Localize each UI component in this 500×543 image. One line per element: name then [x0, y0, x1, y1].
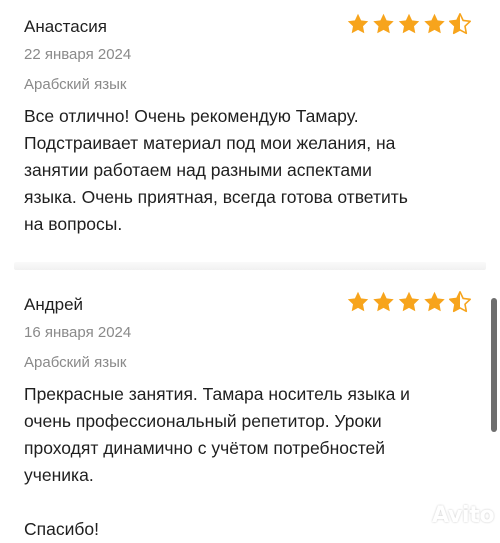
star-full-icon: [373, 13, 394, 34]
star-half-icon: [449, 291, 471, 313]
avito-watermark-text: Avito: [432, 502, 495, 528]
star-full-icon: [398, 291, 420, 312]
star-full-icon: [347, 13, 369, 34]
review-subject: Арабский язык: [24, 76, 127, 93]
star-full-icon: [424, 13, 445, 34]
review-date: 16 января 2024: [24, 324, 132, 341]
review-subject: Арабский язык: [24, 354, 127, 371]
star-full-icon: [373, 291, 394, 312]
avito-logo-icon: [392, 498, 428, 533]
review-divider: [14, 262, 486, 270]
review-text: Все отлично! Очень рекомендую Тамару. По…: [24, 106, 408, 234]
review-author: Анастасия: [24, 17, 107, 36]
rating-stars: [346, 289, 476, 315]
scrollbar[interactable]: [491, 298, 497, 432]
review-date: 22 января 2024: [24, 46, 132, 63]
star-full-icon: [398, 13, 420, 34]
star-full-icon: [347, 291, 369, 312]
star-half-icon: [449, 13, 471, 35]
rating-stars: [346, 11, 476, 37]
avito-watermark: Avito: [392, 498, 495, 533]
star-full-icon: [424, 291, 445, 312]
review-author: Андрей: [24, 295, 84, 314]
